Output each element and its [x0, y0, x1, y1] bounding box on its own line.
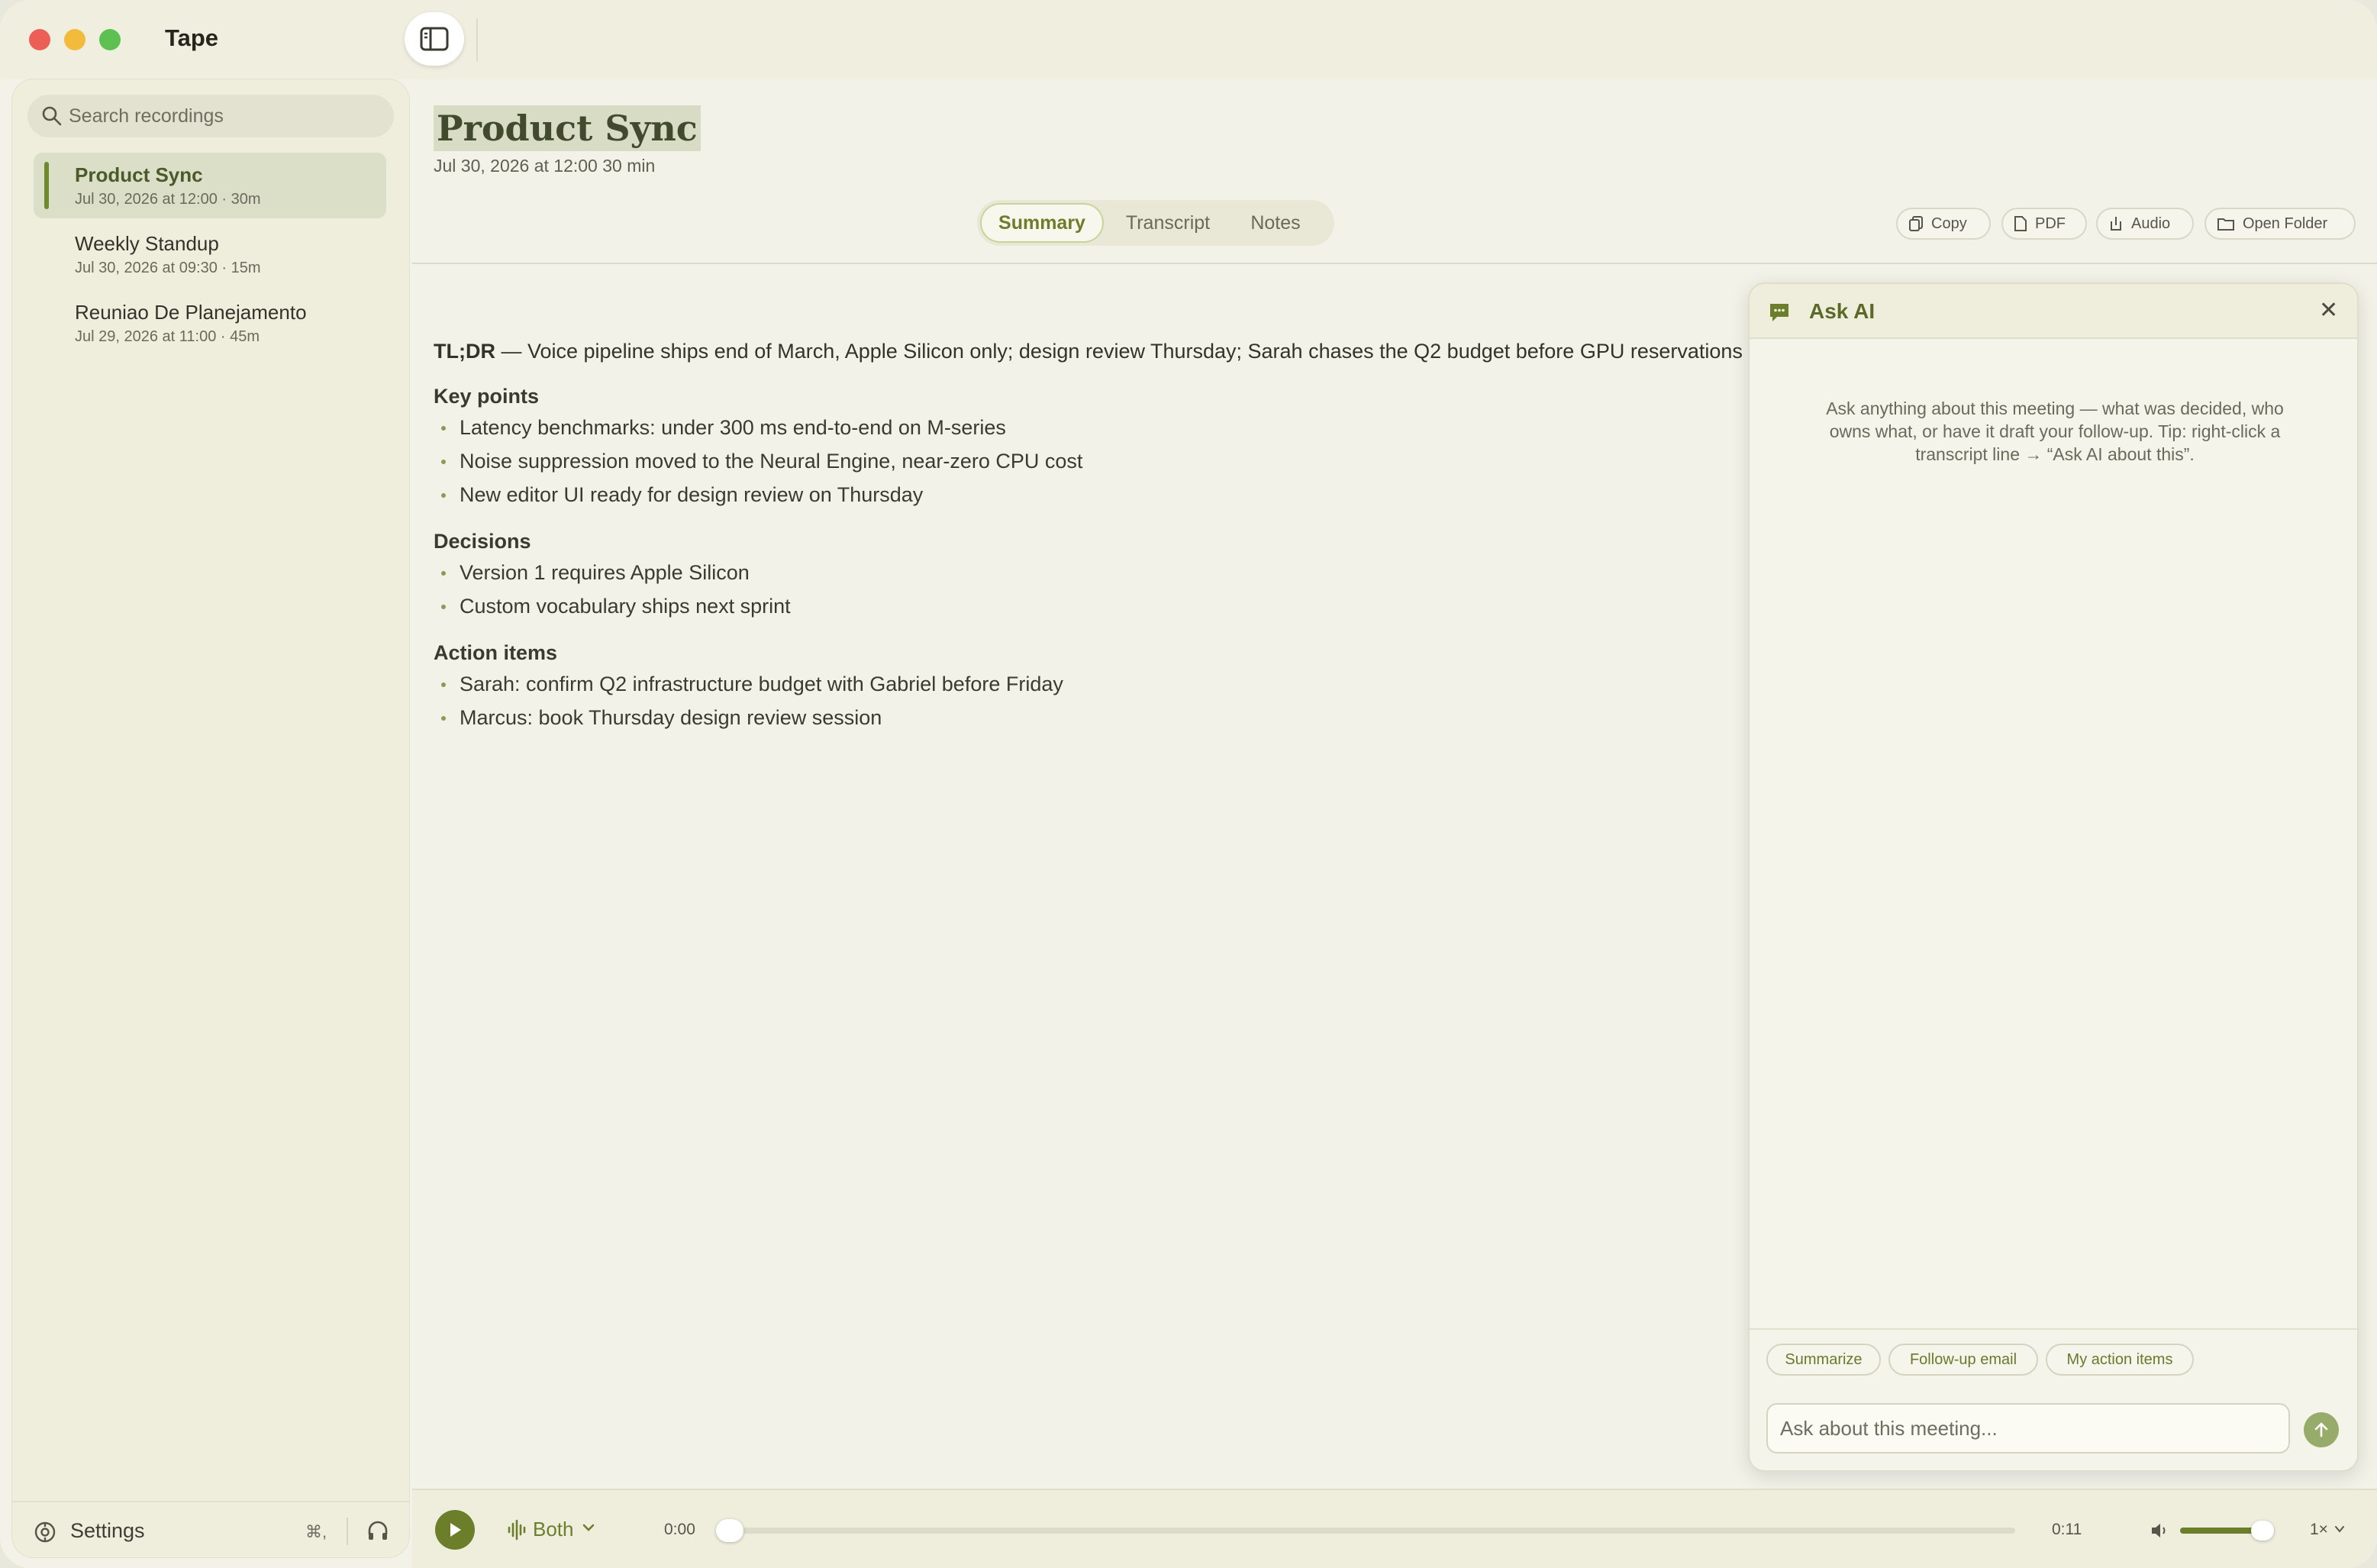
- page-title[interactable]: Product Sync: [437, 105, 698, 151]
- gear-icon[interactable]: [34, 1521, 56, 1544]
- title-bar: Tape: [0, 0, 2377, 79]
- list-item: Sarah: confirm Q2 infrastructure budget …: [434, 667, 1869, 701]
- chat-bubble-icon: [1770, 304, 1788, 321]
- pdf-label: PDF: [2035, 215, 2066, 232]
- total-time: 0:11: [2052, 1521, 2082, 1538]
- recording-item[interactable]: Weekly Standup Jul 30, 2026 at 09:30 · 1…: [34, 221, 386, 287]
- audio-player: Both 0:00 0:11 1×: [412, 1489, 2377, 1568]
- audio-button[interactable]: Audio: [2096, 208, 2194, 240]
- tldr: TL;DR — Voice pipeline ships end of Marc…: [434, 336, 1869, 366]
- sidebar-icon: [420, 27, 449, 51]
- search-input[interactable]: [69, 95, 382, 137]
- view-tabs: Summary Transcript Notes: [977, 200, 1334, 246]
- settings-shortcut: ⌘,: [305, 1522, 327, 1541]
- list-item: New editor UI ready for design review on…: [434, 478, 1869, 511]
- copy-button[interactable]: Copy: [1896, 208, 1991, 240]
- footer-divider: [347, 1518, 348, 1545]
- app-title: Tape: [165, 24, 219, 51]
- pdf-button[interactable]: PDF: [2001, 208, 2087, 240]
- folder-icon: [2217, 218, 2234, 231]
- progress-track[interactable]: [718, 1528, 2015, 1534]
- chevron-down-icon: [582, 1524, 595, 1531]
- play-icon: [450, 1523, 461, 1537]
- ask-ai-header: Ask AI ✕: [1750, 284, 2357, 339]
- document-icon: [2014, 216, 2027, 231]
- copy-label: Copy: [1931, 215, 1967, 232]
- tldr-text: — Voice pipeline ships end of March, App…: [495, 340, 1743, 363]
- tab-notes[interactable]: Notes: [1229, 205, 1322, 241]
- header-divider: [412, 263, 2377, 264]
- toolbar-divider: [476, 18, 478, 61]
- close-window-button[interactable]: [29, 29, 50, 50]
- audio-label: Audio: [2131, 215, 2171, 232]
- close-icon[interactable]: ✕: [2319, 299, 2338, 322]
- playback-speed-select[interactable]: 1×: [2310, 1521, 2328, 1539]
- recording-meta: Jul 30, 2026 at 12:00 · 30m: [75, 191, 261, 208]
- tab-transcript[interactable]: Transcript: [1114, 205, 1221, 241]
- recording-name: Product Sync: [75, 163, 203, 186]
- volume-handle[interactable]: [2251, 1521, 2275, 1541]
- list-item: Latency benchmarks: under 300 ms end-to-…: [434, 411, 1869, 444]
- minimize-window-button[interactable]: [64, 29, 85, 50]
- suggestions-divider: [1750, 1328, 2357, 1330]
- send-button[interactable]: [2304, 1412, 2339, 1447]
- recording-item[interactable]: Product Sync Jul 30, 2026 at 12:00 · 30m: [34, 153, 386, 218]
- settings-button[interactable]: Settings: [70, 1519, 145, 1543]
- open-folder-button[interactable]: Open Folder: [2204, 208, 2356, 240]
- list-item: Custom vocabulary ships next sprint: [434, 589, 1869, 623]
- maximize-window-button[interactable]: [99, 29, 121, 50]
- search-box[interactable]: [27, 95, 394, 137]
- play-button[interactable]: [435, 1510, 475, 1550]
- suggestion-follow-up-email[interactable]: Follow-up email: [1888, 1344, 2038, 1376]
- section-heading: Decisions: [434, 530, 531, 553]
- title-highlight: Product Sync: [434, 105, 701, 151]
- search-icon: [42, 106, 62, 126]
- recording-item[interactable]: Reuniao De Planejamento Jul 29, 2026 at …: [34, 290, 386, 356]
- summary-content: TL;DR — Voice pipeline ships end of Marc…: [434, 336, 1869, 734]
- open-folder-label: Open Folder: [2243, 215, 2328, 232]
- list-item: Noise suppression moved to the Neural En…: [434, 444, 1869, 478]
- list-item: Version 1 requires Apple Silicon: [434, 556, 1869, 589]
- suggestion-my-action-items[interactable]: My action items: [2046, 1344, 2194, 1376]
- sidebar-footer: Settings ⌘,: [12, 1501, 409, 1557]
- export-audio-icon: [2111, 217, 2121, 231]
- chevron-down-icon: [2335, 1526, 2344, 1533]
- recording-meta: Jul 30, 2026 at 09:30 · 15m: [75, 260, 261, 276]
- app-window: Tape Product Sync Jul 30, 2026 at 12:00 …: [0, 0, 2377, 1568]
- ask-ai-input[interactable]: [1766, 1403, 2290, 1453]
- recording-details: Jul 30, 2026 at 12:00 30 min: [434, 156, 656, 176]
- tab-summary[interactable]: Summary: [982, 205, 1102, 241]
- ask-ai-intro: Ask anything about this meeting — what w…: [1826, 398, 2284, 464]
- recording-name: Weekly Standup: [75, 232, 219, 255]
- selection-indicator: [44, 162, 49, 209]
- current-time: 0:00: [664, 1521, 695, 1538]
- ask-ai-panel: Ask AI ✕ Ask anything about this meeting…: [1748, 282, 2359, 1472]
- recording-meta: Jul 29, 2026 at 11:00 · 45m: [75, 328, 260, 345]
- sidebar-toggle-button[interactable]: [405, 12, 464, 66]
- list-item: Marcus: book Thursday design review sess…: [434, 701, 1869, 734]
- section-heading: Action items: [434, 641, 558, 664]
- section-heading: Key points: [434, 385, 540, 408]
- volume-icon[interactable]: [2150, 1521, 2169, 1541]
- tldr-label: TL;DR: [434, 340, 495, 363]
- headphones-icon[interactable]: [366, 1519, 389, 1542]
- progress-handle[interactable]: [716, 1519, 743, 1542]
- volume-fill: [2180, 1528, 2261, 1534]
- audio-source-select[interactable]: Both: [533, 1518, 574, 1541]
- sidebar: Product Sync Jul 30, 2026 at 12:00 · 30m…: [12, 79, 409, 1557]
- copy-icon: [1909, 216, 1923, 231]
- ask-ai-title: Ask AI: [1809, 299, 1875, 323]
- recording-name: Reuniao De Planejamento: [75, 301, 307, 324]
- waveform-icon: [508, 1519, 526, 1541]
- suggestion-summarize[interactable]: Summarize: [1766, 1344, 1881, 1376]
- arrow-up-icon: [2314, 1422, 2328, 1437]
